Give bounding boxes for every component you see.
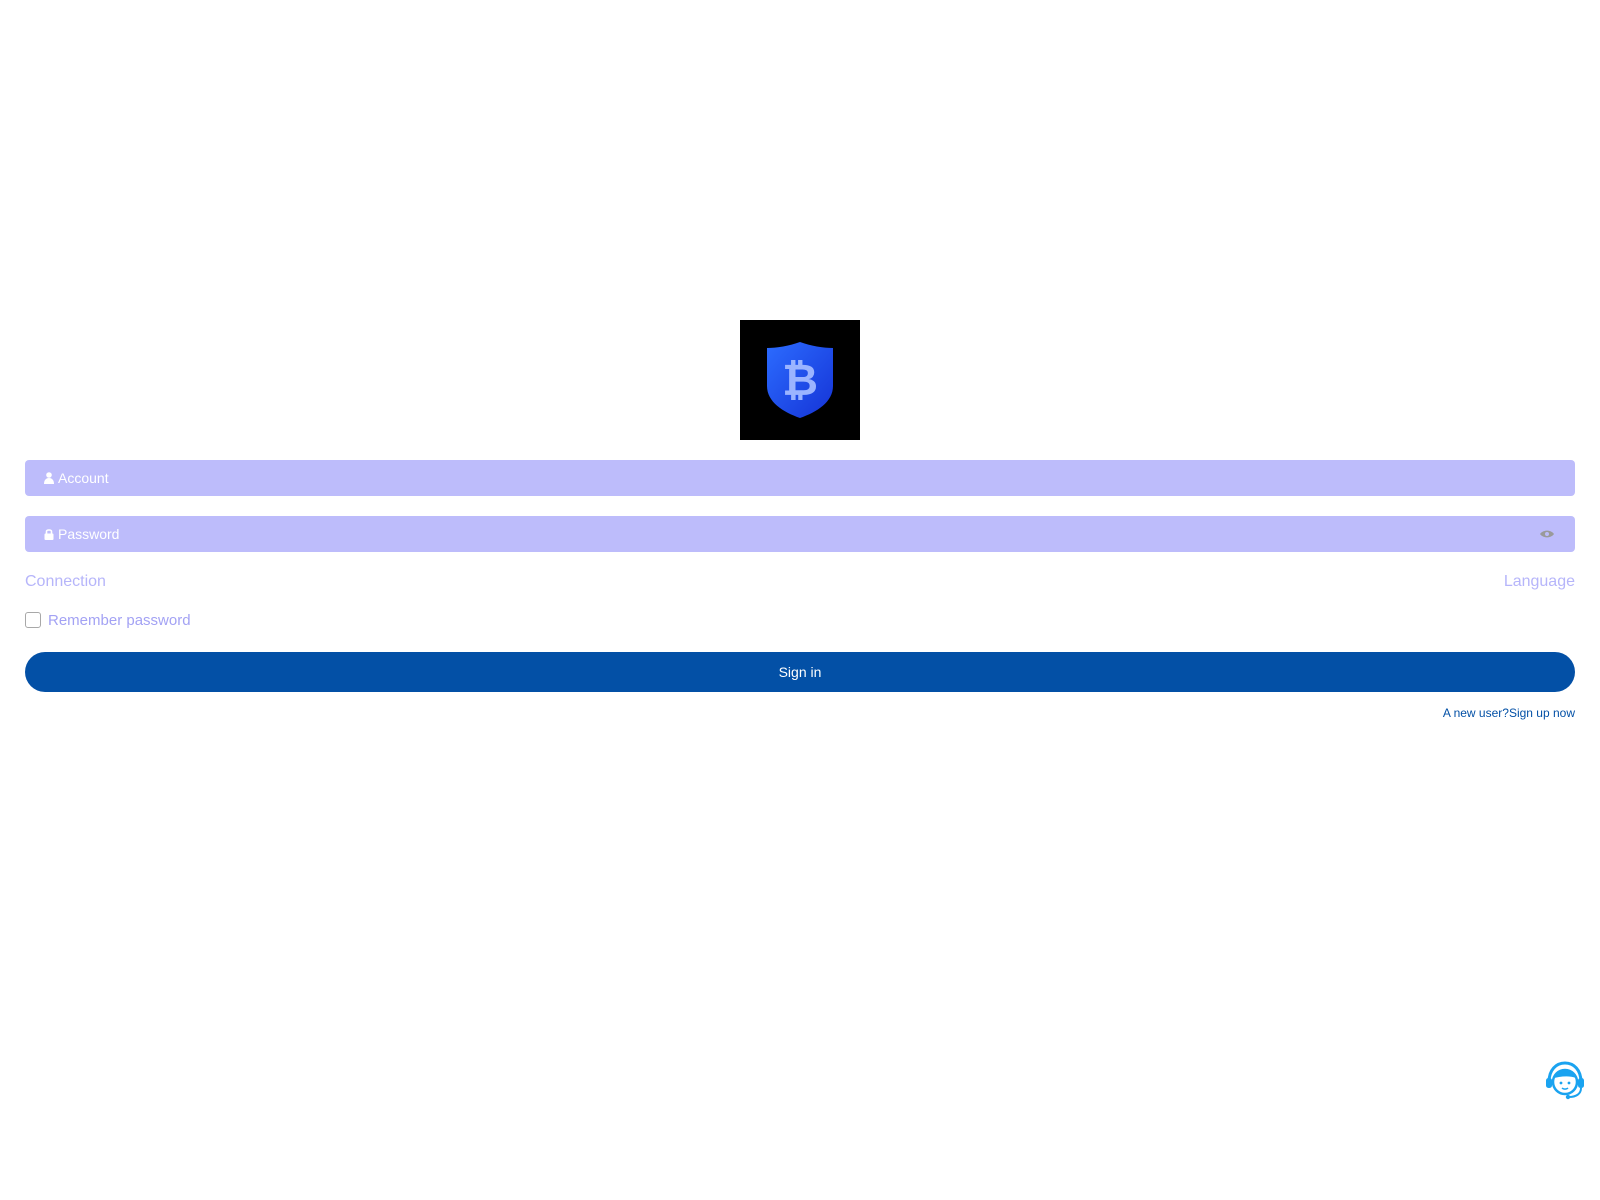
- connection-link[interactable]: Connection: [25, 573, 106, 591]
- options-row: Connection Language: [25, 572, 1575, 592]
- customer-service-button[interactable]: [1543, 1058, 1587, 1102]
- app-logo: ₿: [740, 320, 860, 440]
- password-field[interactable]: Password: [25, 516, 1575, 552]
- sign-up-link[interactable]: A new user?Sign up now: [1443, 706, 1575, 720]
- remember-password-label[interactable]: Remember password: [48, 612, 191, 629]
- sign-in-button[interactable]: Sign in: [25, 652, 1575, 692]
- language-link[interactable]: Language: [1504, 573, 1575, 591]
- remember-password-row[interactable]: Remember password: [25, 610, 191, 630]
- account-input[interactable]: Account: [58, 470, 1555, 486]
- svg-text:₿: ₿: [782, 355, 818, 406]
- lock-icon: [44, 528, 54, 540]
- login-page: ₿ Account Password Connection Language R…: [0, 0, 1600, 1200]
- remember-password-checkbox[interactable]: [25, 612, 41, 628]
- account-field[interactable]: Account: [25, 460, 1575, 496]
- customer-service-icon: [1546, 1061, 1584, 1100]
- bitcoin-shield-icon: ₿: [767, 342, 833, 418]
- eye-icon[interactable]: [1539, 528, 1555, 540]
- user-icon: [44, 472, 54, 484]
- password-input[interactable]: Password: [58, 526, 1539, 542]
